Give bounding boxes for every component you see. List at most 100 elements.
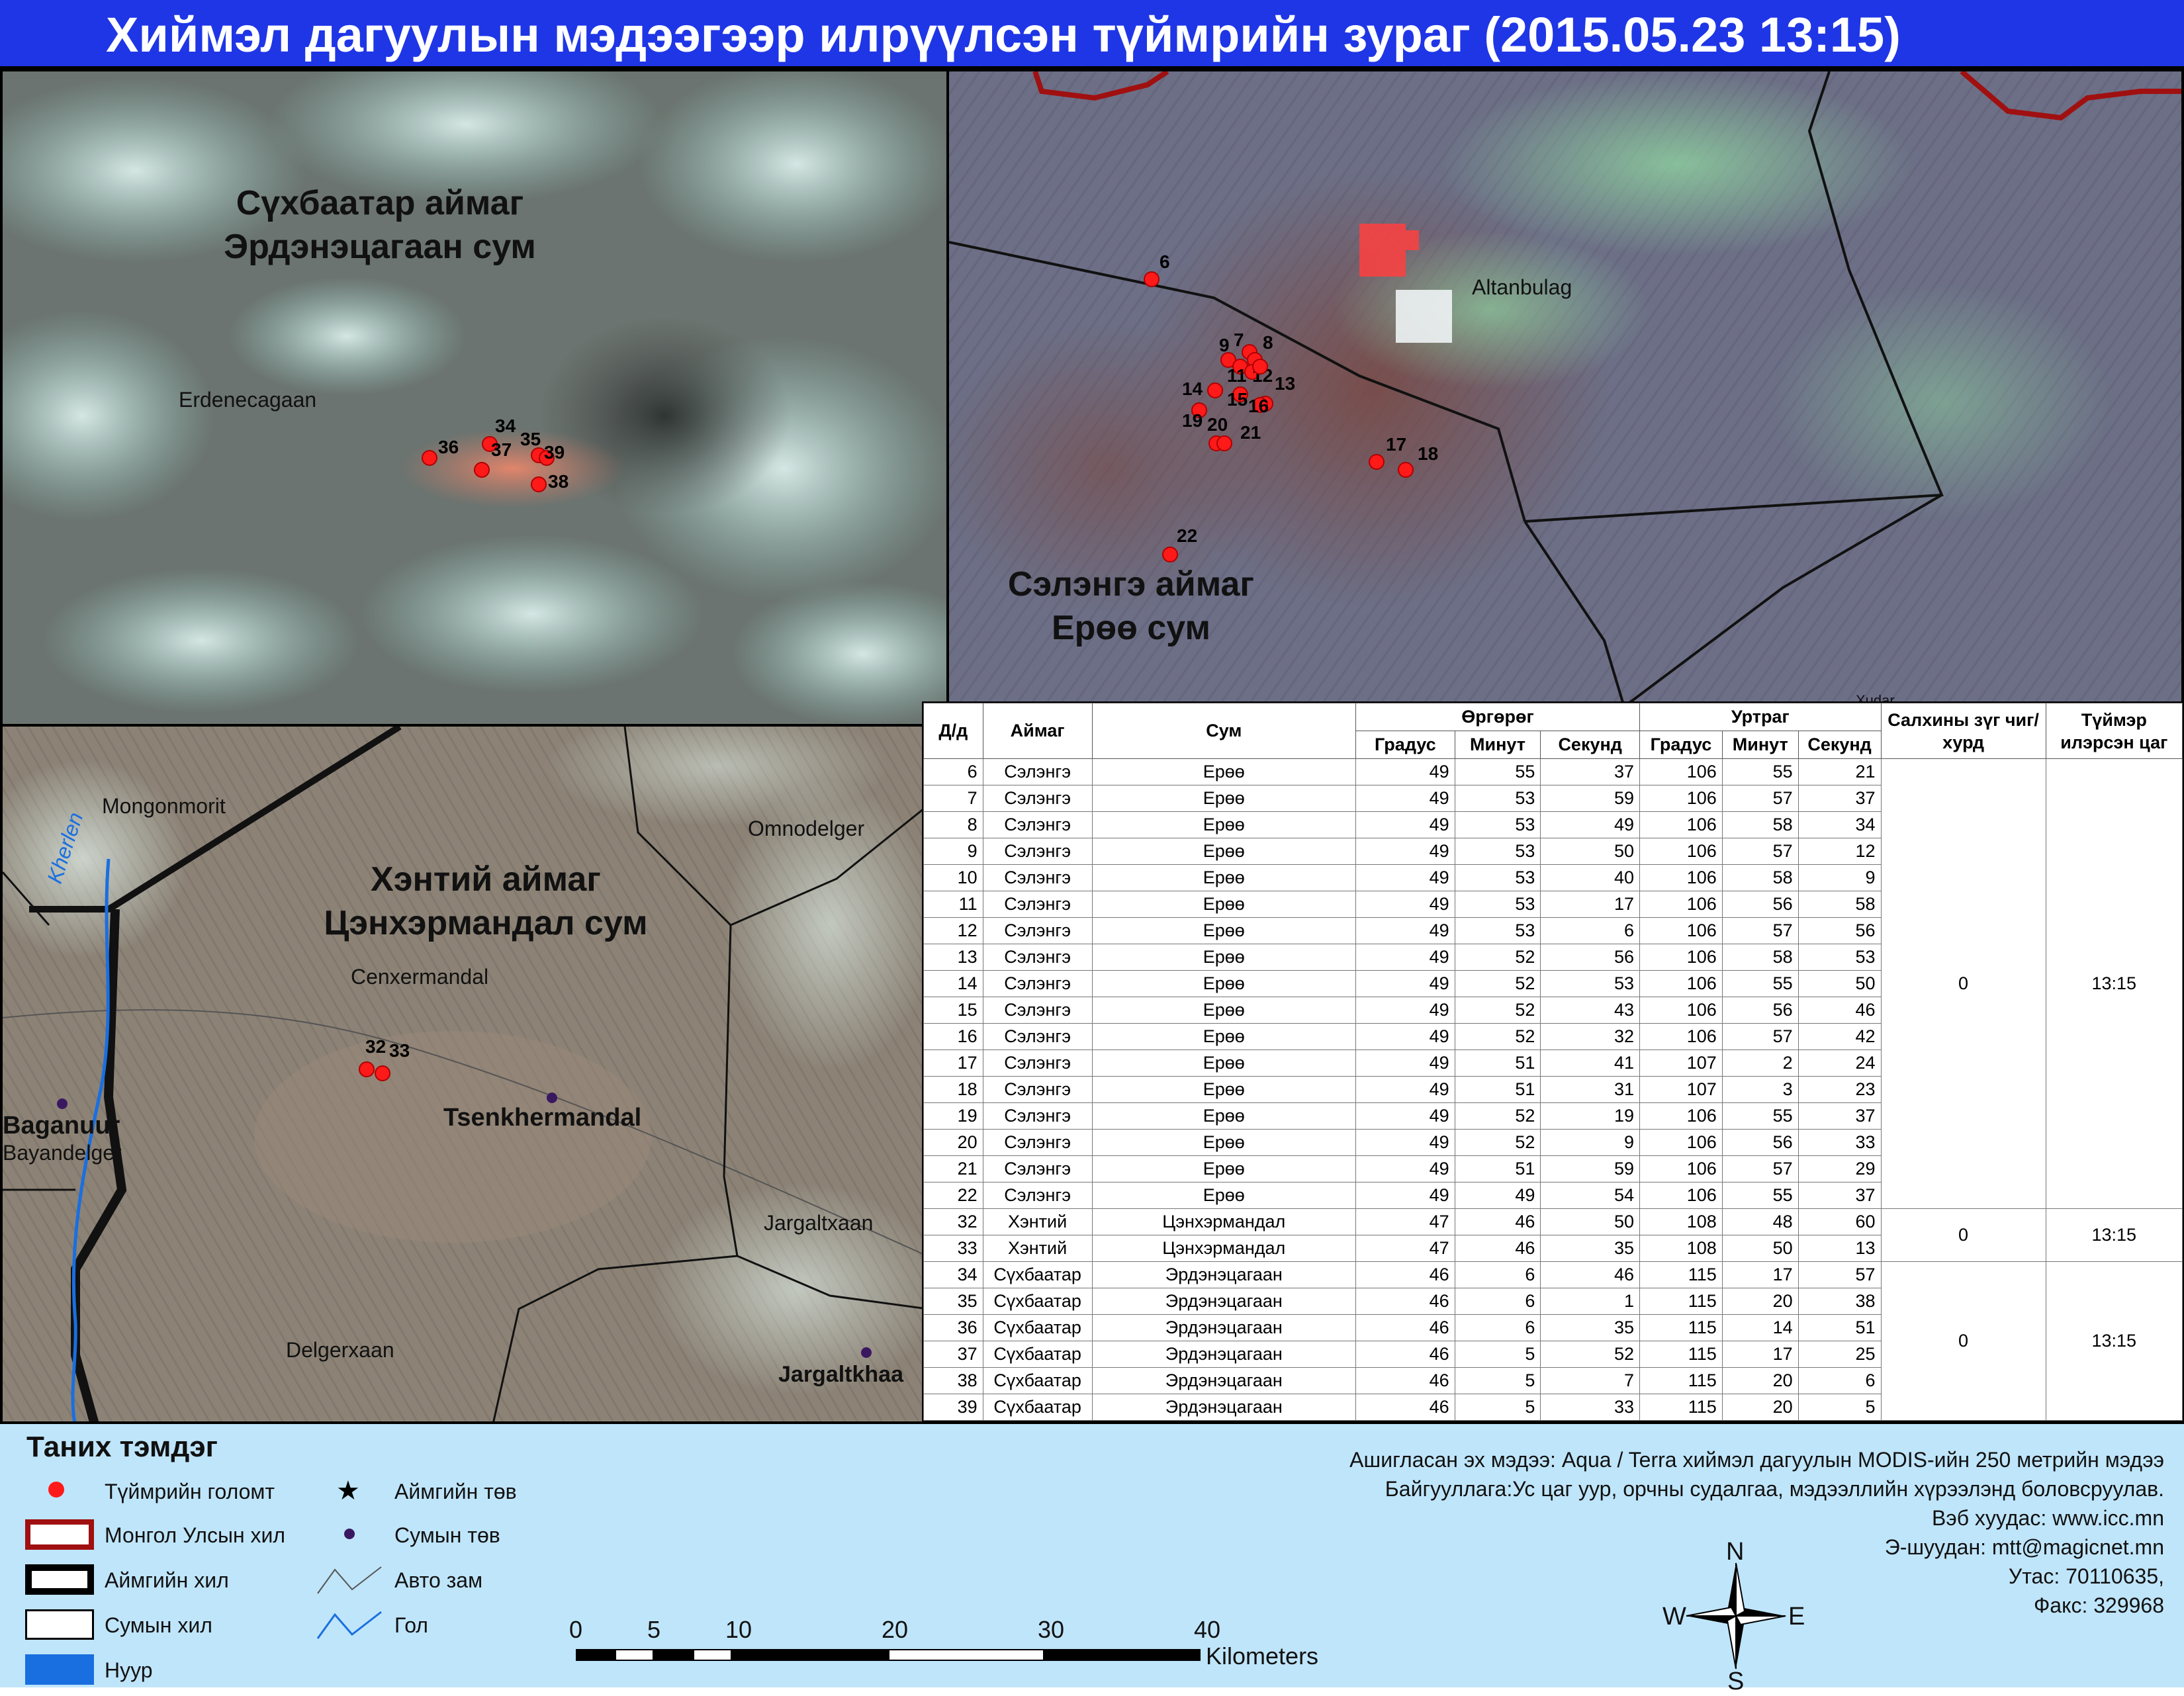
table-cell: 19	[923, 1102, 983, 1130]
table-cell: 5	[1454, 1367, 1541, 1394]
header-aimag: Аймаг	[982, 703, 1093, 759]
header-longitude: Уртраг	[1639, 703, 1882, 731]
table-cell: 50	[1540, 838, 1641, 865]
map-title: Хиймэл дагуулын мэдээгээр илрүүлсэн түйм…	[106, 7, 1901, 62]
table-cell: 106	[1639, 785, 1723, 812]
legend-road: Авто зам	[394, 1568, 483, 1592]
fire-label-37: 37	[491, 439, 512, 460]
table-cell: 9	[923, 838, 983, 865]
table-cell: 14	[1721, 1314, 1799, 1341]
header-detect-time: Түймэр илэрсэн цаг	[2045, 703, 2183, 759]
table-cell: 55	[1454, 758, 1541, 785]
table-cell: 19	[1540, 1102, 1641, 1130]
place-omnodelger: Omnodelger	[748, 817, 865, 840]
table-cell: Сэлэнгэ	[982, 970, 1093, 997]
table-cell: 106	[1639, 1155, 1723, 1183]
detect-time-cell: 13:15	[2045, 758, 2183, 1209]
fire-point-17	[1369, 454, 1385, 470]
fire-label-19: 19	[1182, 410, 1203, 431]
table-cell: 15	[923, 997, 983, 1024]
table-cell: 49	[1355, 864, 1455, 891]
table-cell: 58	[1721, 944, 1799, 971]
table-cell: Ерөө	[1091, 758, 1357, 785]
fire-label-16: 16	[1248, 396, 1269, 416]
fire-label-22: 22	[1177, 525, 1198, 546]
place-bayandelger: Bayandelger	[3, 1141, 122, 1165]
table-cell: 49	[1355, 970, 1455, 997]
table-cell: 115	[1639, 1288, 1723, 1315]
table-cell: 6	[1454, 1261, 1541, 1288]
table-cell: 49	[1355, 1129, 1455, 1156]
compass-rose: N S W E	[1662, 1538, 1805, 1695]
region-selenge-aimag: Сэлэнгэ аймаг	[1007, 565, 1255, 603]
panel-khentii: Mongonmorit Omnodelger Хэнтий аймаг Цэнх…	[0, 724, 925, 1424]
header-wind: Салхины зүг чиг/хурд	[1880, 703, 2046, 759]
fire-label-15: 15	[1227, 389, 1248, 410]
table-cell: 106	[1639, 997, 1723, 1024]
table-cell: Ерөө	[1091, 1049, 1357, 1077]
table-cell: 18	[923, 1076, 983, 1103]
table-cell: 33	[1540, 1394, 1641, 1421]
scale-segment	[888, 1649, 1044, 1661]
legend-river: Гол	[394, 1613, 428, 1637]
table-cell: 51	[1454, 1155, 1541, 1183]
table-cell: 52	[1454, 944, 1541, 971]
table-cell: 42	[1797, 1023, 1882, 1050]
table-cell: Сүхбаатар	[982, 1288, 1093, 1315]
table-cell: 56	[1721, 891, 1799, 918]
fire-point-32	[359, 1061, 375, 1077]
table-row: 6 Сэлэнгэ Ерөө 49 55 37 106 55 21 0 13:15	[923, 758, 2183, 1209]
table-cell: 49	[1355, 785, 1455, 812]
table-cell: 37	[1797, 785, 1882, 812]
table-cell: 106	[1639, 1129, 1723, 1156]
fire-point-38	[531, 476, 547, 492]
table-cell: 115	[1639, 1261, 1723, 1288]
table-cell: 7	[923, 785, 983, 812]
region-yeroo-sum: Ерөө сум	[1051, 609, 1211, 647]
table-cell: 53	[1454, 891, 1541, 918]
table-cell: 12	[1797, 838, 1882, 865]
table-cell: 13	[923, 944, 983, 971]
table-cell: 106	[1639, 944, 1723, 971]
coordinates-table: Д/д Аймаг Сум Өргөрөг Уртраг Салхины зүг…	[923, 703, 2183, 1421]
table-cell: 9	[1540, 1129, 1641, 1156]
scale-unit: Kilometers	[1206, 1642, 1319, 1670]
table-cell: 49	[1454, 1182, 1541, 1209]
table-cell: 53	[1540, 970, 1641, 997]
table-cell: Ерөө	[1091, 864, 1357, 891]
legend-sum-center: Сумын төв	[394, 1523, 500, 1547]
fire-point-18	[1398, 462, 1414, 478]
table-cell: 46	[1355, 1314, 1455, 1341]
place-erdenecagaan: Erdenecagaan	[179, 388, 317, 412]
compass-n: N	[1726, 1538, 1745, 1566]
table-cell: 5	[1454, 1394, 1541, 1421]
place-jargaltkhaan: Jargaltkhaa	[778, 1362, 903, 1387]
table-cell: 16	[923, 1023, 983, 1050]
scale-segment	[693, 1649, 732, 1661]
aimag-border-icon	[25, 1564, 94, 1595]
fire-coordinates-table: Д/д Аймаг Сум Өргөрөг Уртраг Салхины зүг…	[922, 701, 2184, 1421]
table-cell: 58	[1721, 811, 1799, 838]
sum-border-icon	[25, 1609, 94, 1640]
table-cell: Ерөө	[1091, 944, 1357, 971]
table-cell: Сэлэнгэ	[982, 1155, 1093, 1183]
legend-fire: Түймрийн голомт	[105, 1480, 275, 1503]
fire-label-33: 33	[389, 1040, 410, 1061]
table-cell: 115	[1639, 1394, 1723, 1421]
table-cell: 20	[1721, 1394, 1799, 1421]
table-cell: Хэнтий	[982, 1235, 1093, 1262]
table-cell: 17	[923, 1049, 983, 1077]
table-cell: 52	[1454, 970, 1541, 997]
table-cell: 33	[923, 1235, 983, 1262]
fire-label-38: 38	[548, 471, 569, 492]
header-lon-sec: Секунд	[1797, 731, 1882, 759]
table-cell: 35	[923, 1288, 983, 1315]
table-cell: Ерөө	[1091, 1023, 1357, 1050]
table-cell: 59	[1540, 785, 1641, 812]
place-altanbulag: Altanbulag	[1472, 275, 1572, 299]
place-baganuur: Baganuur	[3, 1112, 120, 1139]
table-row: 34 Сүхбаатар Эрдэнэцагаан 46 6 46 115 17 57 0 13:1…	[923, 1261, 2183, 1421]
table-cell: Ерөө	[1091, 1155, 1357, 1183]
table-cell: 21	[1797, 758, 1882, 785]
fire-point-33	[375, 1065, 390, 1081]
